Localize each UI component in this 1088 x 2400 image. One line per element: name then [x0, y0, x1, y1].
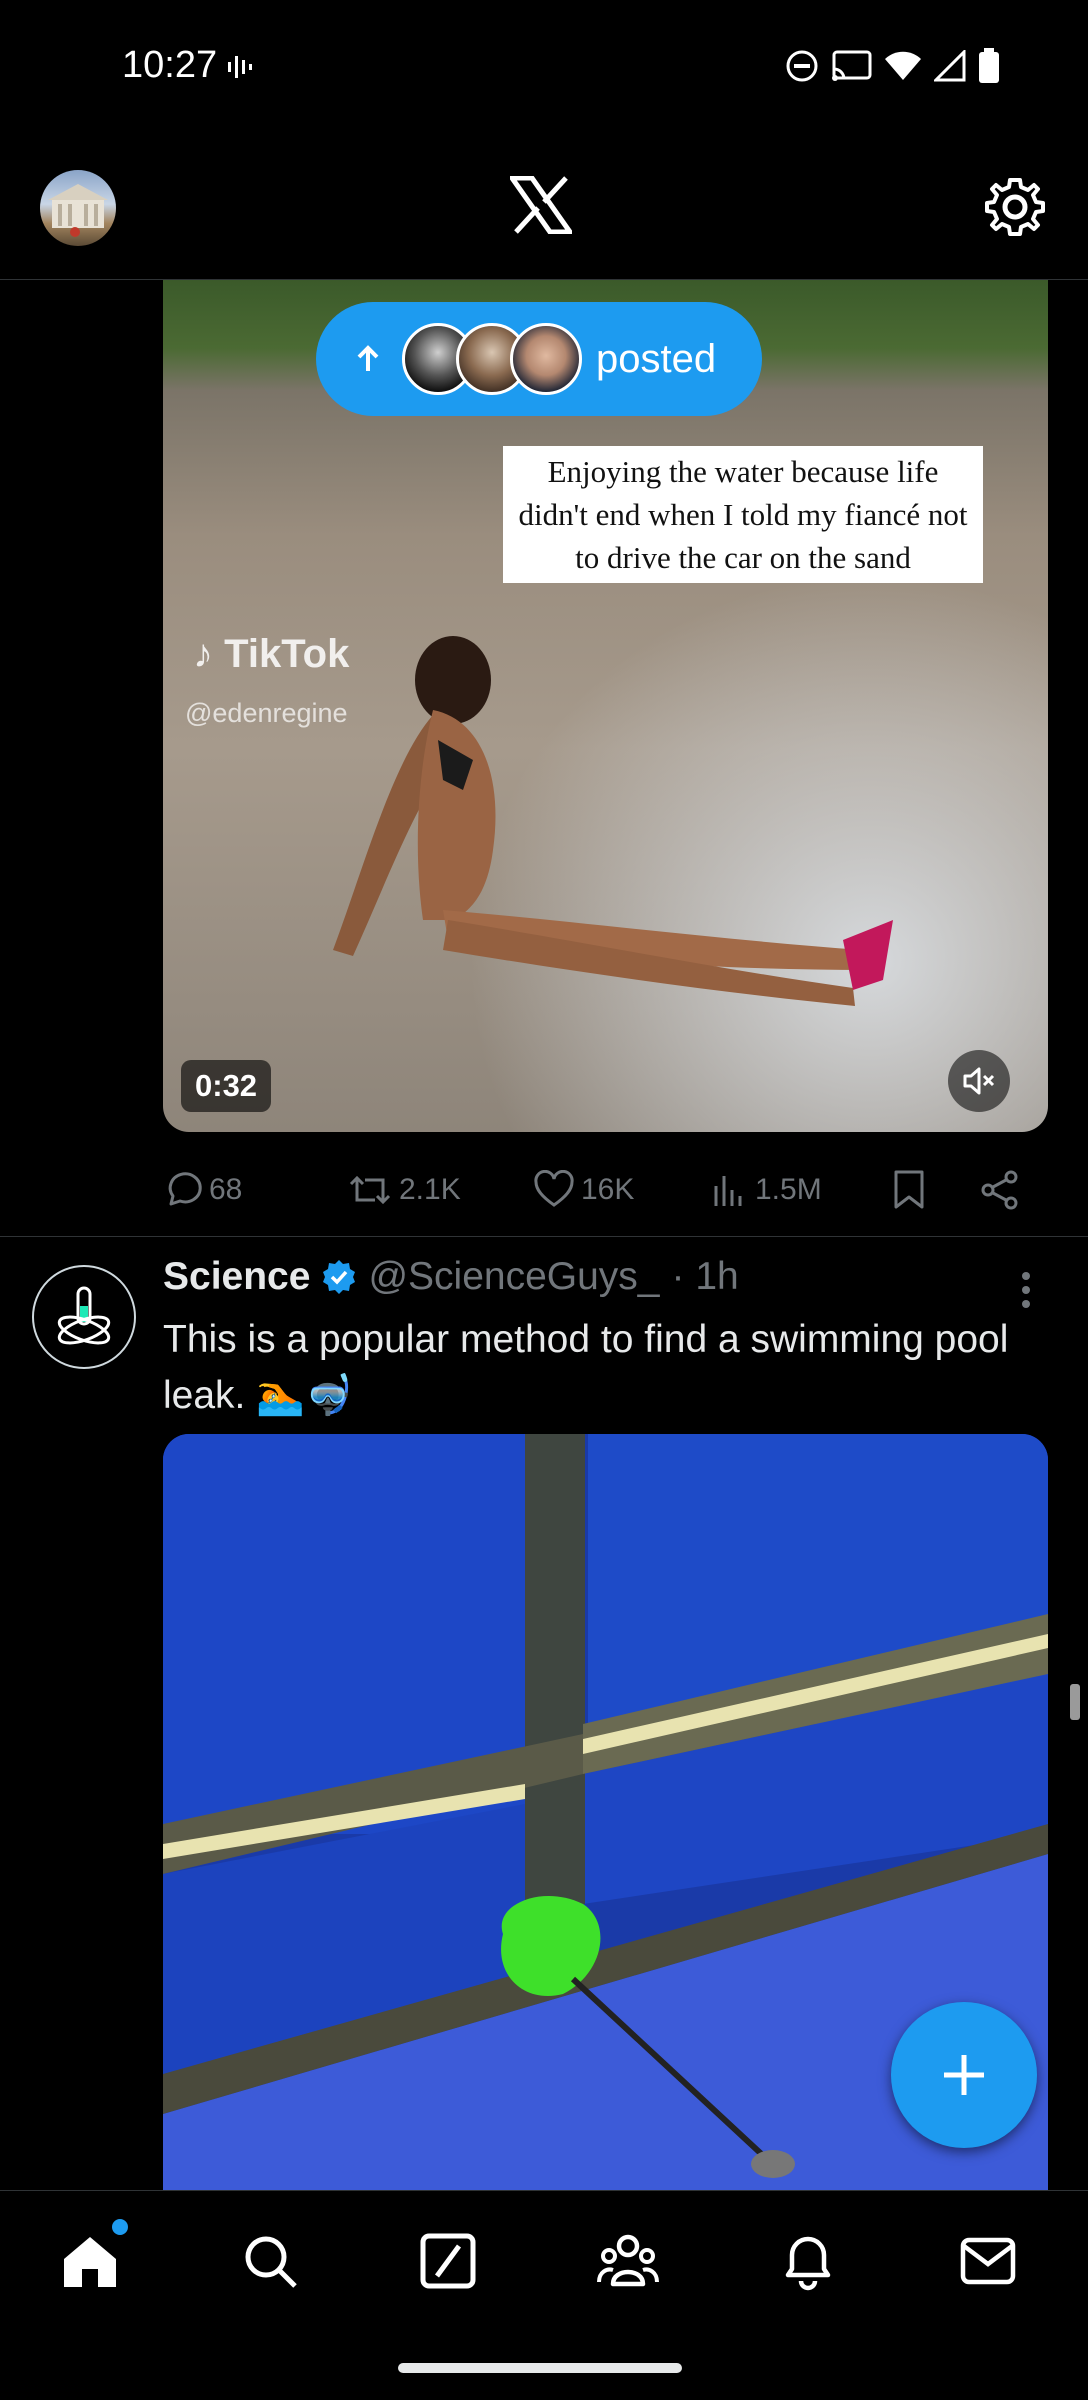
reply-count: 68 — [209, 1173, 243, 1206]
do-not-disturb-icon — [786, 50, 818, 82]
like-count: 16K — [581, 1173, 635, 1206]
home-notification-dot — [112, 2219, 128, 2235]
tiktok-handle: @edenregine — [185, 698, 348, 728]
mute-button[interactable] — [948, 1050, 1010, 1112]
audio-wave-icon — [228, 56, 252, 78]
like-button[interactable]: 16K — [533, 1170, 634, 1210]
new-posts-pill[interactable]: posted — [316, 302, 762, 416]
cast-icon — [832, 50, 872, 81]
messages-icon — [960, 2237, 1016, 2285]
speaker-muted-icon — [963, 1067, 995, 1095]
wifi-icon — [885, 51, 921, 80]
poster-avatar — [510, 323, 582, 395]
poster-avatars — [402, 323, 582, 395]
repost-button[interactable]: 2.1K — [347, 1170, 461, 1210]
bookmark-icon — [894, 1170, 924, 1209]
nav-messages[interactable] — [956, 2229, 1020, 2293]
bookmark-button[interactable] — [891, 1169, 933, 1211]
post-header: Science @ScienceGuys_ · 1h — [163, 1255, 739, 1299]
tiktok-watermark-text: TikTok — [224, 632, 350, 676]
nav-home[interactable] — [58, 2219, 128, 2293]
notifications-icon — [785, 2236, 831, 2291]
nav-search[interactable] — [238, 2229, 302, 2293]
author-handle[interactable]: @ScienceGuys_ — [368, 1255, 659, 1299]
post-time: · 1h — [671, 1255, 739, 1298]
video-frame-person — [333, 636, 893, 1006]
bottom-navigation — [0, 2190, 1088, 2330]
author-name[interactable]: Science — [163, 1255, 310, 1299]
status-icons — [784, 48, 1000, 84]
nav-communities[interactable] — [596, 2229, 660, 2293]
battery-icon — [979, 48, 999, 83]
profile-avatar[interactable] — [40, 170, 116, 246]
status-time: 10:27 — [122, 44, 218, 86]
reply-icon — [168, 1172, 202, 1206]
post-text: This is a popular method to find a swimm… — [163, 1318, 1009, 1417]
arrow-up-icon — [357, 345, 379, 371]
compose-plus-icon — [944, 2055, 984, 2095]
heart-icon — [534, 1170, 574, 1207]
home-icon — [64, 2237, 116, 2287]
repost-count: 2.1K — [399, 1173, 461, 1206]
post-actions: 68 2.1K 16K 1.5M — [163, 1160, 1048, 1220]
reply-button[interactable]: 68 — [163, 1170, 242, 1210]
tiktok-note-icon: ♪ — [193, 632, 213, 676]
search-icon — [245, 2236, 297, 2288]
tiktok-watermark: ♪ TikTok — [193, 632, 349, 677]
nav-grok[interactable] — [416, 2229, 480, 2293]
gesture-home-indicator[interactable] — [398, 2363, 682, 2373]
video-duration: 0:32 — [181, 1060, 272, 1112]
communities-icon — [597, 2234, 659, 2287]
settings-gear-icon[interactable] — [984, 176, 1046, 238]
share-icon — [981, 1170, 1018, 1210]
video-caption: Enjoying the water because life didn't e… — [503, 446, 983, 583]
grok-icon — [420, 2233, 476, 2289]
signal-icon — [934, 50, 966, 82]
post-divider — [0, 1236, 1088, 1237]
timeline-feed[interactable]: Enjoying the water because life didn't e… — [0, 280, 1088, 2190]
top-bar — [0, 136, 1088, 280]
x-logo[interactable] — [510, 176, 572, 234]
views-chart-icon — [714, 1176, 742, 1206]
scrollbar-thumb[interactable] — [1070, 1684, 1080, 1720]
nav-notifications[interactable] — [776, 2229, 840, 2293]
repost-icon — [349, 1175, 391, 1205]
views-button[interactable]: 1.5M — [709, 1170, 822, 1210]
more-options-icon[interactable] — [1016, 1270, 1036, 1310]
status-bar: 10:27 — [0, 0, 1088, 136]
share-button[interactable] — [979, 1169, 1027, 1211]
science-flask-logo-icon — [57, 1286, 111, 1345]
posted-label: posted — [596, 336, 717, 381]
view-count: 1.5M — [755, 1173, 822, 1206]
compose-post-button[interactable] — [891, 2002, 1037, 2148]
science-avatar[interactable] — [32, 1265, 136, 1369]
verified-badge-icon — [323, 1260, 356, 1294]
